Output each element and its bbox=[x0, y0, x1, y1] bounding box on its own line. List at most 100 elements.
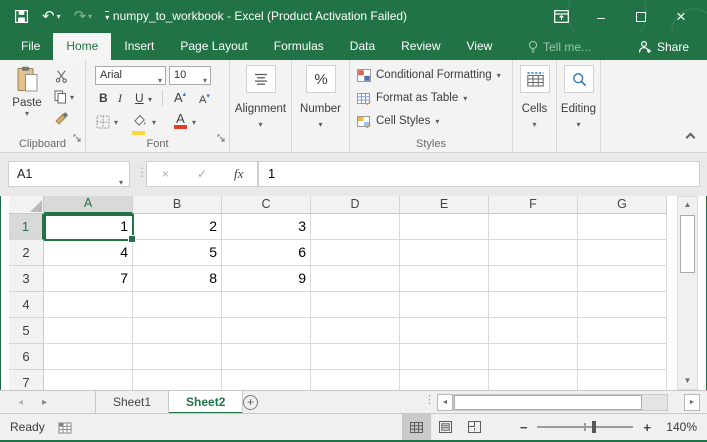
ribbon-group-alignment[interactable]: Alignment ▾ bbox=[230, 60, 292, 152]
cut-button[interactable] bbox=[55, 70, 68, 88]
cell-D6[interactable] bbox=[311, 344, 400, 370]
cell-C6[interactable] bbox=[222, 344, 311, 370]
cell-D4[interactable] bbox=[311, 292, 400, 318]
zoom-out-button[interactable]: − bbox=[520, 420, 528, 435]
italic-button[interactable]: I bbox=[118, 91, 122, 106]
cell-D7[interactable] bbox=[311, 370, 400, 390]
tab-insert[interactable]: Insert bbox=[111, 33, 167, 60]
tab-review[interactable]: Review bbox=[388, 33, 453, 60]
enter-button[interactable]: ✓ bbox=[184, 167, 221, 181]
paste-caret-icon[interactable]: ▾ bbox=[5, 109, 49, 118]
tab-view[interactable]: View bbox=[454, 33, 506, 60]
cell-A3[interactable]: 7 bbox=[44, 266, 133, 292]
ribbon-group-editing[interactable]: Editing ▾ bbox=[557, 60, 601, 152]
font-color-button[interactable]: A bbox=[174, 112, 187, 129]
format-as-table-button[interactable]: Format as Table ▾ bbox=[357, 89, 467, 107]
cell-C3[interactable]: 9 bbox=[222, 266, 311, 292]
sheetbar-resize-dots[interactable]: ⋮ bbox=[424, 393, 435, 406]
redo-button[interactable]: ↷▾ bbox=[74, 9, 93, 24]
row-header-6[interactable]: 6 bbox=[9, 344, 44, 370]
sheet-nav-right-button[interactable]: ▸ bbox=[42, 391, 47, 414]
cell-C2[interactable]: 6 bbox=[222, 240, 311, 266]
tab-page-layout[interactable]: Page Layout bbox=[167, 33, 260, 60]
hscroll-left-button[interactable]: ◄ bbox=[437, 394, 453, 411]
vertical-scrollbar[interactable]: ▲ ▼ bbox=[677, 196, 698, 390]
cell-B2[interactable]: 5 bbox=[133, 240, 222, 266]
ribbon-group-cells[interactable]: Cells ▾ bbox=[513, 60, 557, 152]
name-box-caret-icon[interactable]: ▾ bbox=[119, 171, 123, 195]
alignment-iconbox[interactable] bbox=[246, 65, 276, 93]
row-header-1[interactable]: 1 bbox=[9, 214, 44, 240]
column-header-E[interactable]: E bbox=[400, 196, 489, 214]
scroll-down-button[interactable]: ▼ bbox=[678, 373, 697, 389]
row-header-7[interactable]: 7 bbox=[9, 370, 44, 390]
zoom-slider-thumb[interactable] bbox=[592, 421, 596, 433]
save-button[interactable] bbox=[14, 9, 29, 24]
cell-B1[interactable]: 2 bbox=[133, 214, 222, 240]
tab-home[interactable]: Home bbox=[53, 33, 111, 60]
font-dialog-launcher[interactable] bbox=[217, 130, 226, 148]
cell-F2[interactable] bbox=[489, 240, 578, 266]
zoom-slider[interactable] bbox=[537, 426, 633, 428]
font-family-select[interactable]: Arial▾ bbox=[95, 66, 166, 85]
cell-F6[interactable] bbox=[489, 344, 578, 370]
cancel-button[interactable]: × bbox=[147, 167, 184, 181]
cell-G6[interactable] bbox=[578, 344, 667, 370]
cell-F5[interactable] bbox=[489, 318, 578, 344]
fill-color-button[interactable] bbox=[132, 113, 147, 135]
cell-C4[interactable] bbox=[222, 292, 311, 318]
fill-color-caret-icon[interactable]: ▾ bbox=[152, 118, 156, 127]
cell-E3[interactable] bbox=[400, 266, 489, 292]
alignment-caret-icon[interactable]: ▾ bbox=[230, 120, 291, 129]
undo-button[interactable]: ↶▾ bbox=[42, 9, 61, 24]
cell-styles-button[interactable]: Cell Styles ▾ bbox=[357, 112, 439, 130]
hscroll-right-button[interactable]: ► bbox=[684, 394, 700, 411]
cell-B6[interactable] bbox=[133, 344, 222, 370]
cell-F3[interactable] bbox=[489, 266, 578, 292]
share-button[interactable]: Share bbox=[638, 33, 689, 60]
cell-E1[interactable] bbox=[400, 214, 489, 240]
cell-C5[interactable] bbox=[222, 318, 311, 344]
horizontal-scrollbar[interactable] bbox=[453, 394, 668, 411]
cell-A4[interactable] bbox=[44, 292, 133, 318]
number-iconbox[interactable]: % bbox=[306, 65, 336, 93]
cell-C7[interactable] bbox=[222, 370, 311, 390]
row-header-5[interactable]: 5 bbox=[9, 318, 44, 344]
borders-button[interactable] bbox=[96, 115, 110, 134]
cell-G3[interactable] bbox=[578, 266, 667, 292]
paste-button[interactable]: Paste ▾ bbox=[5, 66, 49, 118]
page-layout-view-button[interactable] bbox=[431, 414, 460, 440]
scroll-up-button[interactable]: ▲ bbox=[678, 197, 697, 213]
copy-caret-icon[interactable]: ▾ bbox=[70, 93, 74, 102]
zoom-in-button[interactable]: + bbox=[643, 420, 651, 435]
cell-B3[interactable]: 8 bbox=[133, 266, 222, 292]
vertical-scroll-thumb[interactable] bbox=[680, 215, 695, 273]
cell-D5[interactable] bbox=[311, 318, 400, 344]
sheet-tab-sheet2[interactable]: Sheet2 bbox=[169, 391, 243, 414]
cell-F1[interactable] bbox=[489, 214, 578, 240]
column-header-A[interactable]: A bbox=[44, 196, 133, 214]
cell-E7[interactable] bbox=[400, 370, 489, 390]
column-header-C[interactable]: C bbox=[222, 196, 311, 214]
cell-A6[interactable] bbox=[44, 344, 133, 370]
cell-B5[interactable] bbox=[133, 318, 222, 344]
cell-B7[interactable] bbox=[133, 370, 222, 390]
conditional-formatting-button[interactable]: Conditional Formatting ▾ bbox=[357, 66, 501, 84]
editing-caret-icon[interactable]: ▾ bbox=[557, 120, 600, 129]
cell-G2[interactable] bbox=[578, 240, 667, 266]
clipboard-dialog-launcher[interactable] bbox=[73, 130, 82, 148]
increase-font-size-button[interactable]: A▴ bbox=[174, 90, 186, 105]
font-size-select[interactable]: 10▾ bbox=[169, 66, 211, 85]
close-button[interactable]: × bbox=[661, 0, 701, 33]
sheet-tab-sheet1[interactable]: Sheet1 bbox=[95, 391, 169, 414]
column-header-G[interactable]: G bbox=[578, 196, 667, 214]
undo-caret-icon[interactable]: ▾ bbox=[57, 12, 61, 21]
cell-G4[interactable] bbox=[578, 292, 667, 318]
cell-D2[interactable] bbox=[311, 240, 400, 266]
collapse-ribbon-button[interactable] bbox=[687, 128, 694, 146]
number-caret-icon[interactable]: ▾ bbox=[292, 120, 349, 129]
row-header-3[interactable]: 3 bbox=[9, 266, 44, 292]
tab-file[interactable]: File bbox=[8, 33, 53, 60]
underline-button[interactable]: U bbox=[135, 91, 144, 105]
font-color-caret-icon[interactable]: ▾ bbox=[192, 118, 196, 127]
